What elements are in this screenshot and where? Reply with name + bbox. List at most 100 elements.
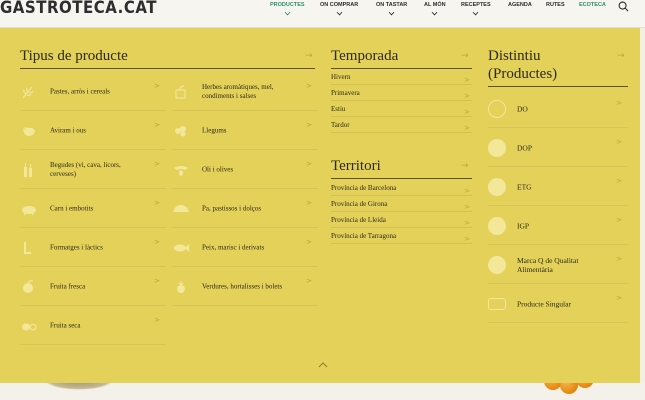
chevron-down-icon — [431, 9, 438, 16]
divider — [331, 84, 472, 85]
chevron-right-icon: > — [154, 160, 160, 168]
nav-on-comprar-label: ON COMPRAR — [320, 2, 359, 8]
territori-title[interactable]: Territori — [331, 157, 381, 175]
chevron-right-icon: > — [616, 216, 622, 224]
season-item[interactable]: Estiu > — [331, 102, 472, 117]
territory-item[interactable]: Província de Barcelona > — [331, 181, 472, 196]
product-type-item[interactable]: Begudes (vi, cava, licors, cerveses) > — [20, 150, 166, 189]
olive-icon — [174, 165, 188, 176]
divider — [331, 243, 472, 244]
nav-al-mon[interactable]: AL MÓN — [424, 2, 446, 16]
nav-ecoteca[interactable]: ECOTECA — [579, 2, 606, 8]
chevron-down-icon — [472, 9, 479, 16]
divider — [20, 344, 166, 345]
nav-productes[interactable]: PRODUCTES — [270, 2, 305, 16]
bread-icon — [173, 204, 189, 212]
nav-on-tastar[interactable]: ON TASTAR — [376, 2, 407, 16]
divider — [331, 178, 472, 179]
season-label: Hivern — [331, 73, 351, 81]
product-type-item[interactable]: Oli i olives > — [172, 150, 318, 189]
distinction-label: DO — [517, 104, 528, 113]
nav-on-comprar[interactable]: ON COMPRAR — [320, 2, 359, 16]
chevron-right-icon: > — [616, 294, 622, 302]
product-type-item[interactable]: Fruita seca > — [20, 306, 166, 345]
chevron-right-icon: > — [306, 160, 312, 168]
distintiu-title[interactable]: Distintiu (Productes) — [488, 47, 557, 83]
tipus-title[interactable]: Tipus de producte — [20, 47, 128, 65]
distinction-item[interactable]: DOP > — [488, 128, 628, 167]
chicken-icon — [23, 126, 35, 136]
territory-item[interactable]: Província de Girona > — [331, 197, 472, 212]
chevron-right-icon: > — [306, 199, 312, 207]
distinction-item[interactable]: IGP > — [488, 206, 628, 245]
distinction-label: DOP — [517, 143, 533, 152]
distinction-item[interactable]: DO > — [488, 89, 628, 128]
nav-rutes[interactable]: RUTES — [546, 2, 565, 8]
product-type-item[interactable]: Llegums > — [172, 111, 318, 150]
product-type-item[interactable]: Verdures, hortalisses i bolets > — [172, 267, 318, 306]
search-icon[interactable] — [618, 1, 629, 12]
distinction-item[interactable]: Producte Singular > — [488, 284, 628, 323]
season-item[interactable]: Primavera > — [331, 86, 472, 101]
vegetable-icon — [177, 280, 185, 293]
chevron-right-icon: > — [154, 121, 160, 129]
product-type-item[interactable]: Formatges i làctics > — [20, 228, 166, 267]
nav-agenda[interactable]: AGENDA — [508, 2, 532, 8]
season-label: Primavera — [331, 89, 360, 97]
season-label: Tardor — [331, 121, 350, 129]
season-item[interactable]: Tardor > — [331, 118, 472, 133]
product-type-item[interactable]: Pa, pastissos i dolços > — [172, 189, 318, 228]
product-type-label: Verdures, hortalisses i bolets — [202, 282, 283, 290]
product-type-item[interactable]: Pastes, arròs i cereals > — [20, 72, 166, 111]
product-type-label: Peix, marisc i derivats — [202, 243, 265, 251]
etg-badge-icon — [488, 177, 506, 196]
temporada-title[interactable]: Temporada — [331, 47, 398, 65]
fish-icon — [174, 243, 189, 252]
chevron-right-icon: > — [154, 238, 160, 246]
nav-receptes[interactable]: RECEPTES — [461, 2, 491, 16]
arrow-right-icon[interactable]: → — [461, 161, 469, 171]
territory-label: Província de Girona — [331, 200, 388, 208]
divider — [488, 322, 628, 323]
site-header: GASTROTECA.CAT PRODUCTES ON COMPRAR ON T… — [0, 0, 645, 28]
chevron-right-icon: > — [464, 124, 470, 132]
arrow-right-icon[interactable]: → — [305, 51, 313, 61]
product-type-label: Begudes (vi, cava, licors, cerveses) — [50, 160, 121, 178]
divider — [331, 132, 472, 133]
nuts-icon — [22, 323, 37, 330]
territory-label: Província de Tarragona — [331, 232, 397, 240]
chevron-right-icon: > — [616, 99, 622, 107]
pig-icon — [22, 205, 36, 215]
site-logo[interactable]: GASTROTECA.CAT — [0, 0, 157, 16]
product-type-item[interactable]: Carn i embotits > — [20, 189, 166, 228]
chevron-right-icon: > — [306, 82, 312, 90]
main-nav: PRODUCTES ON COMPRAR ON TASTAR AL MÓN RE… — [268, 2, 645, 26]
season-item[interactable]: Hivern > — [331, 70, 472, 85]
legumes-icon — [175, 125, 186, 136]
distintiu-title-line2: (Productes) — [488, 66, 558, 82]
arrow-right-icon[interactable]: → — [461, 51, 469, 61]
territory-label: Província de Barcelona — [331, 184, 397, 192]
divider — [331, 195, 472, 196]
divider — [488, 86, 628, 87]
scrollbar[interactable] — [640, 28, 645, 383]
chevron-right-icon: > — [616, 177, 622, 185]
arrow-right-icon[interactable]: → — [617, 51, 625, 61]
divider — [20, 68, 315, 69]
nav-ecoteca-label: ECOTECA — [579, 2, 606, 8]
territory-item[interactable]: Província de Tarragona > — [331, 229, 472, 244]
product-type-item[interactable]: Peix, marisc i derivats > — [172, 228, 318, 267]
nav-al-mon-label: AL MÓN — [424, 2, 446, 8]
distinction-item[interactable]: ETG > — [488, 167, 628, 206]
product-type-item[interactable]: Herbes aromàtiques, mel, condiments i sa… — [172, 72, 318, 111]
product-type-item[interactable]: Fruita fresca > — [20, 267, 166, 306]
chevron-right-icon: > — [154, 199, 160, 207]
chevron-down-icon — [336, 9, 342, 16]
distinction-item[interactable]: Marca Q de Qualitat Alimentària > — [488, 245, 628, 284]
territory-item[interactable]: Província de Lleida > — [331, 213, 472, 228]
distinction-label: IGP — [517, 221, 530, 230]
herbs-icon — [175, 84, 186, 99]
chevron-up-icon[interactable] — [318, 360, 328, 370]
product-type-item[interactable]: Aviram i ous > — [20, 111, 166, 150]
divider — [331, 116, 472, 117]
